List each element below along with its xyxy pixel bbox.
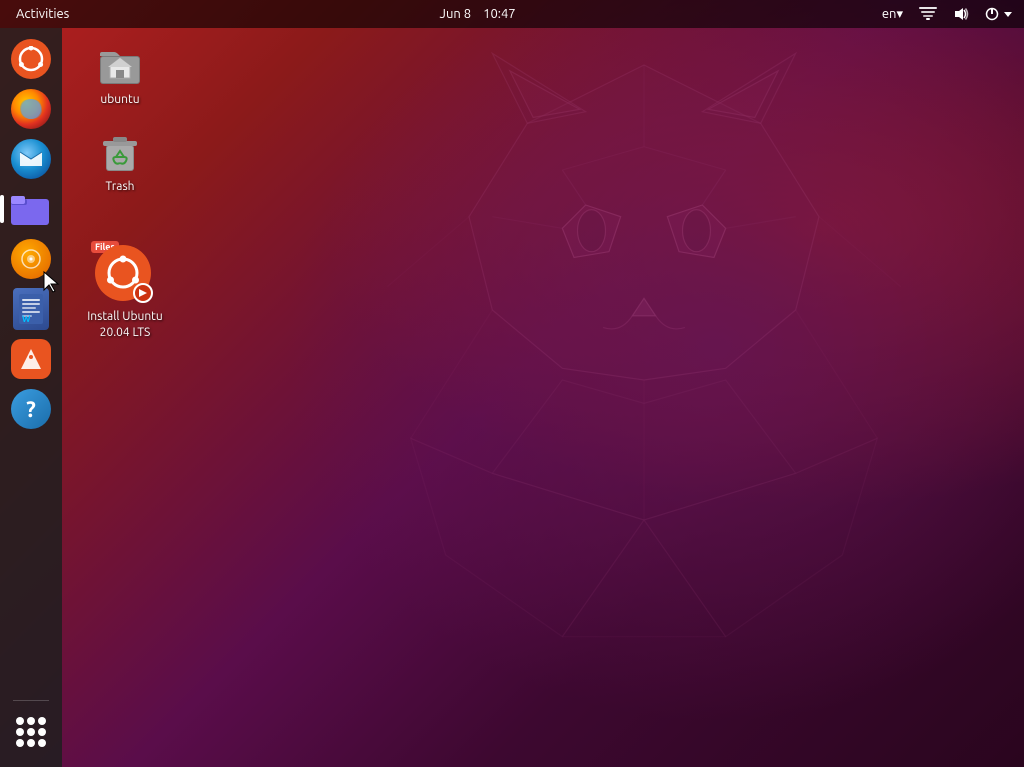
install-ubuntu-label: Install Ubuntu 20.04 LTS <box>87 309 163 340</box>
desktop-icons-area: ubuntu T <box>80 40 160 194</box>
dock-bottom <box>8 696 54 755</box>
firefox-icon <box>11 89 51 129</box>
topbar-center: Jun 8 10:47 <box>440 7 516 21</box>
show-apps-button[interactable] <box>8 709 54 755</box>
network-icon <box>919 7 937 21</box>
dock-item-files[interactable] <box>8 186 54 232</box>
volume-icon <box>953 7 969 21</box>
network-button[interactable] <box>915 5 941 23</box>
topbar: Activities Jun 8 10:47 en▾ <box>0 0 1024 28</box>
topbar-date: Jun 8 <box>440 7 472 21</box>
install-arrow-badge <box>133 283 153 303</box>
appstore-icon <box>11 339 51 379</box>
dock-item-rhythmbox[interactable] <box>8 236 54 282</box>
power-button[interactable] <box>981 5 1016 23</box>
dock: W ? <box>0 28 62 767</box>
dock-item-ubuntu[interactable] <box>8 36 54 82</box>
desktop: Activities Jun 8 10:47 en▾ <box>0 0 1024 767</box>
files-manager-icon <box>11 189 51 229</box>
dock-item-appstore[interactable] <box>8 336 54 382</box>
power-chevron-icon <box>1004 12 1012 17</box>
dock-item-thunderbird[interactable] <box>8 136 54 182</box>
svg-text:W: W <box>22 314 31 324</box>
keyboard-layout-label: en▾ <box>882 7 903 22</box>
trash-icon <box>96 127 144 175</box>
power-icon <box>985 7 999 21</box>
cat-background-art <box>344 30 944 730</box>
ubuntu-logo-icon <box>11 39 51 79</box>
rhythmbox-icon <box>11 239 51 279</box>
ubuntu-install-circle <box>95 245 151 301</box>
topbar-right: en▾ <box>878 5 1024 24</box>
install-icon-wrapper: Files <box>95 245 155 305</box>
volume-button[interactable] <box>949 5 973 23</box>
install-ubuntu-icon[interactable]: Files Install Ubuntu 20.04 LTS <box>80 245 170 340</box>
grid-apps-icon <box>16 717 46 747</box>
desktop-icon-trash[interactable]: Trash <box>80 127 160 194</box>
dock-item-writer[interactable]: W <box>8 286 54 332</box>
writer-icon: W <box>13 288 49 330</box>
install-label-line2: 20.04 LTS <box>87 325 163 341</box>
ubuntu-home-label: ubuntu <box>96 92 143 107</box>
thunderbird-icon <box>11 139 51 179</box>
trash-label: Trash <box>101 179 138 194</box>
activities-button[interactable]: Activities <box>8 5 77 23</box>
help-icon: ? <box>11 389 51 429</box>
home-folder-icon <box>96 40 144 88</box>
desktop-icon-ubuntu[interactable]: ubuntu <box>80 40 160 107</box>
dock-item-firefox[interactable] <box>8 86 54 132</box>
dock-item-help[interactable]: ? <box>8 386 54 432</box>
install-label-line1: Install Ubuntu <box>87 309 163 325</box>
dock-separator <box>13 700 49 701</box>
keyboard-layout-button[interactable]: en▾ <box>878 5 907 24</box>
topbar-time: 10:47 <box>483 7 516 21</box>
